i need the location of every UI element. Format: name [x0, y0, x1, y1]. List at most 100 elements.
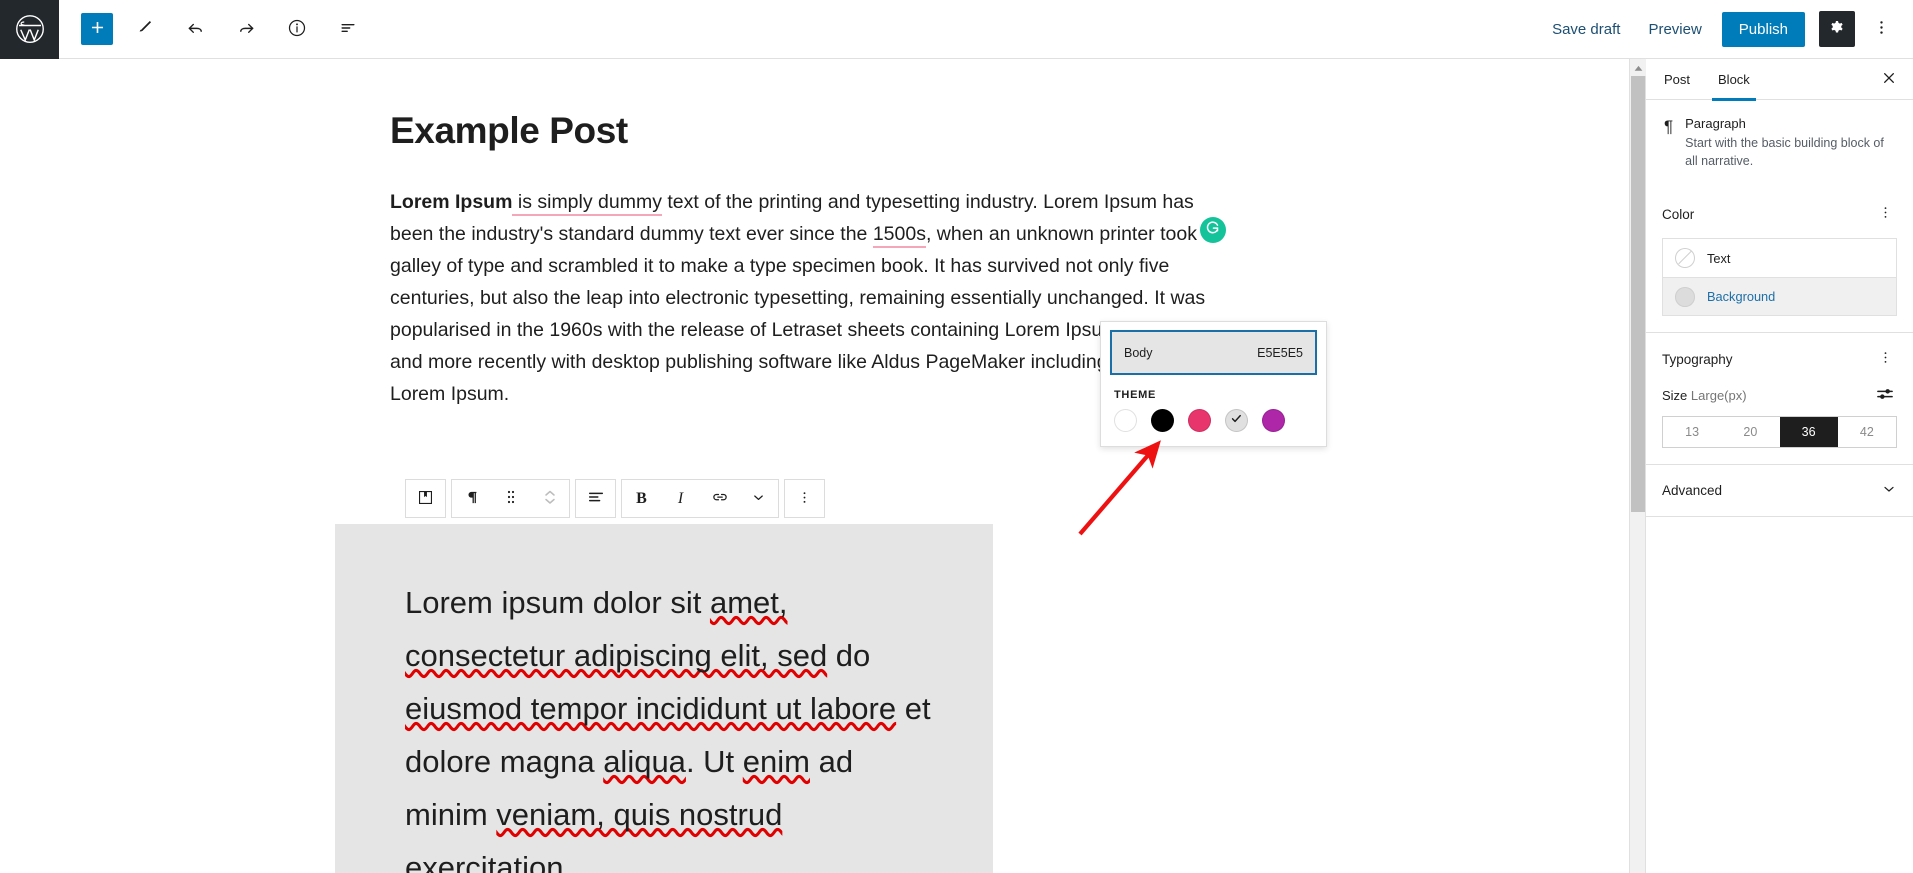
typography-section: Typography Size Large(px) 13 20 36 42 — [1646, 333, 1913, 466]
post-title[interactable]: Example Post — [390, 110, 1250, 152]
para-text-run: do — [827, 638, 871, 673]
color-row-text-label: Text — [1707, 250, 1731, 266]
popover-selected-color-row[interactable]: Body E5E5E5 — [1110, 330, 1317, 375]
font-size-option-36[interactable]: 36 — [1779, 417, 1838, 448]
list-view-button[interactable] — [328, 9, 368, 49]
sliders-icon — [1876, 386, 1894, 405]
block-toolbar-group-move — [451, 479, 570, 518]
font-size-option-42[interactable]: 42 — [1837, 417, 1896, 448]
check-icon — [1230, 412, 1243, 430]
chevron-updown-icon — [543, 487, 557, 510]
advanced-section-title: Advanced — [1662, 483, 1723, 499]
block-toolbar-group-align — [575, 479, 616, 518]
save-draft-button[interactable]: Save draft — [1538, 13, 1634, 46]
block-toolbar-group-more — [784, 479, 825, 518]
vertical-dots-icon — [1878, 205, 1893, 223]
font-size-settings-button[interactable] — [1873, 383, 1897, 407]
block-toolbar-group-select — [405, 479, 446, 518]
close-sidebar-button[interactable] — [1871, 61, 1907, 97]
font-size-label: Size Large(px) — [1662, 388, 1747, 403]
color-row-text[interactable]: Text — [1663, 239, 1896, 278]
block-toolbar: B I — [405, 479, 825, 518]
preview-button[interactable]: Preview — [1634, 13, 1715, 46]
editor-canvas[interactable]: Example Post Lorem Ipsum is simply dummy… — [0, 59, 1640, 873]
block-bookmark-button[interactable] — [406, 480, 445, 517]
para-text-run: Lorem ipsum dolor sit — [405, 585, 710, 620]
popover-theme-swatches — [1110, 409, 1317, 432]
canvas-scrollbar[interactable] — [1629, 59, 1646, 873]
typography-section-options-button[interactable] — [1873, 347, 1897, 371]
spellcheck-run: enim — [742, 744, 810, 779]
add-block-button[interactable] — [81, 13, 113, 45]
block-options-button[interactable] — [785, 480, 824, 517]
drag-handle[interactable] — [491, 480, 530, 517]
color-picker-popover[interactable]: Body E5E5E5 THEME — [1100, 321, 1327, 447]
paragraph-pilcrow-icon — [464, 489, 480, 509]
pink-swatch[interactable] — [1188, 409, 1211, 432]
light-gray-swatch-selected[interactable] — [1225, 409, 1248, 432]
block-info-card: ¶ Paragraph Start with the basic buildin… — [1646, 100, 1913, 188]
paragraph-lead-bold: Lorem Ipsum — [390, 190, 513, 213]
undo-arrow-icon — [185, 17, 206, 41]
popover-theme-label: THEME — [1114, 389, 1156, 401]
publish-button[interactable]: Publish — [1721, 11, 1805, 47]
grammar-suggestion-2[interactable]: 1500s — [872, 222, 926, 248]
scroll-thumb[interactable] — [1631, 76, 1645, 512]
chevron-down-icon — [751, 490, 766, 508]
black-swatch[interactable] — [1151, 409, 1174, 432]
close-x-icon — [1881, 70, 1897, 89]
white-swatch[interactable] — [1114, 409, 1137, 432]
wordpress-logo-button[interactable] — [0, 0, 59, 59]
settings-toggle-button[interactable] — [1819, 11, 1855, 47]
grammar-suggestion-1[interactable]: is simply dummy — [512, 190, 662, 216]
font-size-segmented-control[interactable]: 13 20 36 42 — [1662, 416, 1897, 449]
tab-post[interactable]: Post — [1650, 59, 1704, 100]
block-type-name: Paragraph — [1685, 116, 1746, 131]
more-rich-text-button[interactable] — [739, 480, 778, 517]
move-updown-button[interactable] — [530, 480, 569, 517]
settings-sidebar: Post Block ¶ Paragraph Start with the ba… — [1645, 59, 1913, 873]
purple-swatch[interactable] — [1262, 409, 1285, 432]
top-bar-more-button[interactable] — [1863, 11, 1899, 47]
pencil-icon — [135, 18, 154, 40]
color-section-title: Color — [1662, 206, 1695, 222]
spellcheck-run: amet, — [709, 585, 788, 620]
advanced-section-toggle[interactable]: Advanced — [1646, 465, 1913, 518]
popover-color-name: Body — [1124, 345, 1153, 360]
paragraph-pilcrow-icon: ¶ — [1664, 117, 1674, 136]
tab-block[interactable]: Block — [1704, 59, 1764, 101]
font-size-option-20[interactable]: 20 — [1721, 417, 1780, 448]
bold-button[interactable]: B — [622, 480, 661, 517]
vertical-dots-icon — [1878, 350, 1893, 368]
color-row-background-label: Background — [1707, 289, 1776, 305]
details-button[interactable] — [277, 9, 317, 49]
para-text-run: exercitation — [405, 850, 564, 873]
primary-toolbar — [59, 9, 368, 49]
drag-dots-icon — [504, 489, 518, 508]
sidebar-tabs: Post Block — [1646, 59, 1913, 101]
block-toolbar-group-format: B I — [621, 479, 779, 518]
gear-icon — [1828, 19, 1846, 40]
redo-arrow-icon — [236, 17, 257, 41]
undo-button[interactable] — [175, 9, 215, 49]
typography-section-title: Typography — [1662, 351, 1733, 367]
list-view-icon — [338, 18, 358, 41]
redo-button[interactable] — [226, 9, 266, 49]
scroll-up-button[interactable] — [1630, 59, 1646, 76]
link-button[interactable] — [700, 480, 739, 517]
align-left-icon — [587, 488, 605, 509]
top-bar-actions: Save draft Preview Publish — [1538, 11, 1913, 47]
italic-button[interactable]: I — [661, 480, 700, 517]
block-type-description: Start with the basic building block of a… — [1685, 136, 1884, 169]
align-text-button[interactable] — [576, 480, 615, 517]
font-size-option-13[interactable]: 13 — [1663, 417, 1722, 448]
chevron-down-icon — [1881, 481, 1897, 500]
grammarly-badge[interactable] — [1200, 217, 1226, 243]
info-icon — [287, 18, 307, 41]
change-block-type-button[interactable] — [452, 480, 491, 517]
color-section-options-button[interactable] — [1873, 202, 1897, 226]
color-row-background[interactable]: Background — [1663, 277, 1896, 316]
edit-tool-button[interactable] — [124, 9, 164, 49]
selected-paragraph-block[interactable]: Lorem ipsum dolor sit amet, consectetur … — [335, 524, 993, 873]
typography-section-header: Typography — [1662, 347, 1897, 383]
